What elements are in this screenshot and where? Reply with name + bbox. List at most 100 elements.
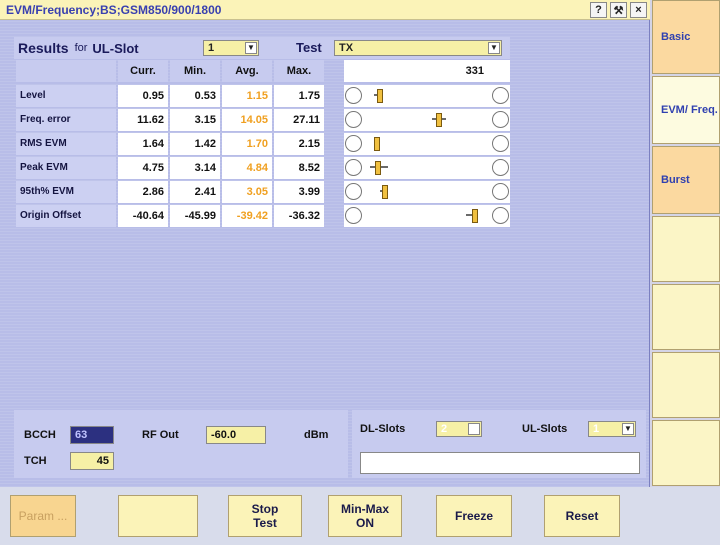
value-min: 1.42: [170, 133, 220, 155]
value-min: 3.14: [170, 157, 220, 179]
chevron-down-icon[interactable]: ▼: [468, 423, 480, 435]
param-button[interactable]: Param ...: [10, 495, 76, 537]
softkey-evm-freq[interactable]: EVM/ Freq.: [652, 76, 720, 144]
value-marker: [472, 209, 478, 223]
upper-limit-led: [492, 207, 509, 224]
results-title: Results: [18, 40, 69, 56]
lower-limit-led: [345, 183, 362, 200]
rf-out-field[interactable]: -60.0: [206, 426, 266, 444]
chevron-down-icon[interactable]: ▼: [488, 42, 500, 54]
ul-slots-label: UL-Slots: [522, 423, 568, 435]
row-label: RMS EVM: [16, 133, 116, 155]
table-row: Peak EVM 4.75 3.14 4.84 8.52: [14, 156, 510, 180]
ul-slot-label: UL-Slot: [92, 40, 139, 56]
table-row: Freq. error 11.62 3.15 14.05 27.11: [14, 108, 510, 132]
value-curr: 2.86: [118, 181, 168, 203]
ul-slots-select[interactable]: 1 ▼: [588, 421, 636, 437]
row-label: Level: [16, 85, 116, 107]
upper-limit-led: [492, 159, 509, 176]
bcch-field[interactable]: 63: [70, 426, 114, 444]
upper-limit-led: [492, 87, 509, 104]
col-header-max: Max.: [274, 60, 324, 82]
table-row: Level 0.95 0.53 1.15 1.75: [14, 84, 510, 108]
value-curr: 4.75: [118, 157, 168, 179]
softkey-empty[interactable]: [652, 420, 720, 486]
col-header-min: Min.: [170, 60, 220, 82]
bar-count: 331: [344, 60, 510, 82]
freeze-button[interactable]: Freeze: [436, 495, 512, 537]
table-row: Origin Offset -40.64 -45.99 -39.42 -36.3…: [14, 204, 510, 228]
test-label: Test: [296, 40, 322, 55]
softkey-empty[interactable]: [652, 216, 720, 282]
title-bar: EVM/Frequency;BS;GSM850/900/1800 ? ⚒ ×: [0, 0, 650, 20]
value-marker: [375, 161, 381, 175]
value-max: 27.11: [274, 109, 324, 131]
test-select[interactable]: TX ▼: [334, 40, 502, 56]
wrench-icon[interactable]: ⚒: [610, 2, 627, 18]
stop-test-button[interactable]: Stop Test: [228, 495, 302, 537]
lower-limit-led: [345, 207, 362, 224]
value-avg: -39.42: [222, 205, 272, 227]
close-icon[interactable]: ×: [630, 2, 647, 18]
softkey-burst[interactable]: Burst: [652, 146, 720, 214]
value-max: 2.15: [274, 133, 324, 155]
value-avg: 1.15: [222, 85, 272, 107]
range-bar: [344, 181, 510, 203]
title-buttons: ? ⚒ ×: [590, 2, 647, 18]
value-max: 1.75: [274, 85, 324, 107]
rf-out-label: RF Out: [142, 429, 179, 441]
dl-slots-value: 2: [441, 423, 448, 435]
corner-cell: [16, 60, 116, 82]
dl-slots-select[interactable]: 2 ▼: [436, 421, 482, 437]
value-min: 0.53: [170, 85, 220, 107]
value-marker: [436, 113, 442, 127]
table-row: RMS EVM 1.64 1.42 1.70 2.15: [14, 132, 510, 156]
test-value: TX: [339, 42, 354, 54]
rf-out-unit: dBm: [304, 429, 329, 441]
table-header-row: Curr. Min. Avg. Max. 331: [14, 60, 510, 82]
min-max-button[interactable]: Min-Max ON: [328, 495, 402, 537]
help-icon[interactable]: ?: [590, 2, 607, 18]
ul-slot-select[interactable]: 1 ▼: [203, 40, 259, 56]
range-bar: [344, 133, 510, 155]
value-avg: 3.05: [222, 181, 272, 203]
softkey-empty[interactable]: [652, 284, 720, 350]
range-bar: [344, 109, 510, 131]
softkey-basic[interactable]: Basic: [652, 0, 720, 74]
value-curr: 11.62: [118, 109, 168, 131]
value-curr: 1.64: [118, 133, 168, 155]
value-min: 2.41: [170, 181, 220, 203]
softkey-empty[interactable]: [652, 352, 720, 418]
reset-button[interactable]: Reset: [544, 495, 620, 537]
value-max: 8.52: [274, 157, 324, 179]
value-marker: [382, 185, 388, 199]
upper-limit-led: [492, 183, 509, 200]
slot-display-field: [360, 452, 640, 474]
lower-limit-led: [345, 159, 362, 176]
rf-settings-panel: BCCH 63 TCH 45 RF Out -60.0 dBm: [14, 410, 348, 478]
main-window: EVM/Frequency;BS;GSM850/900/1800 ? ⚒ × R…: [0, 0, 650, 487]
chevron-down-icon[interactable]: ▼: [245, 42, 257, 54]
tch-field[interactable]: 45: [70, 452, 114, 470]
value-avg: 1.70: [222, 133, 272, 155]
row-label: Origin Offset: [16, 205, 116, 227]
value-marker: [374, 137, 380, 151]
range-bar: [344, 157, 510, 179]
empty-softkey[interactable]: [118, 495, 198, 537]
row-label: 95th% EVM: [16, 181, 116, 203]
value-avg: 4.84: [222, 157, 272, 179]
ul-slots-value: 1: [593, 423, 600, 435]
upper-limit-led: [492, 111, 509, 128]
chevron-down-icon[interactable]: ▼: [622, 423, 634, 435]
tch-label: TCH: [24, 455, 47, 467]
table-row: 95th% EVM 2.86 2.41 3.05 3.99: [14, 180, 510, 204]
value-curr: -40.64: [118, 205, 168, 227]
lower-limit-led: [345, 135, 362, 152]
window-title: EVM/Frequency;BS;GSM850/900/1800: [6, 2, 222, 17]
results-for: for: [74, 42, 88, 54]
lower-limit-led: [345, 111, 362, 128]
lower-limit-led: [345, 87, 362, 104]
dl-slots-label: DL-Slots: [360, 423, 406, 435]
bcch-label: BCCH: [24, 429, 56, 441]
row-label: Freq. error: [16, 109, 116, 131]
